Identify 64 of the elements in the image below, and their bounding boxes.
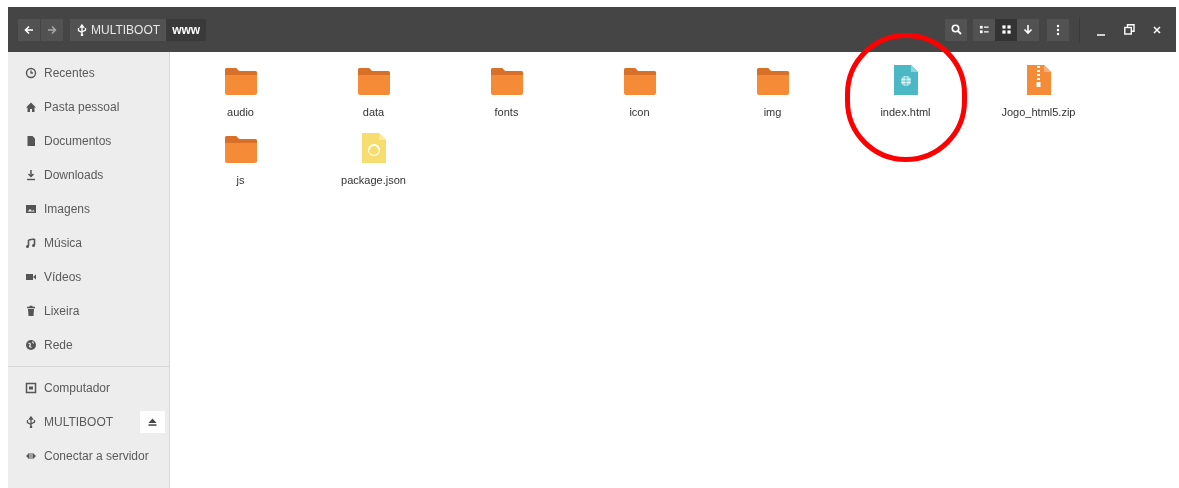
file-name[interactable]: Jogo_html5.zip bbox=[1001, 104, 1076, 121]
menu-icon bbox=[1056, 23, 1060, 36]
back-button[interactable] bbox=[18, 18, 40, 41]
path-segment[interactable]: MULTIBOOT bbox=[70, 18, 167, 41]
sort-button[interactable] bbox=[1017, 18, 1039, 41]
grid-view-button[interactable] bbox=[995, 18, 1017, 41]
forward-button[interactable] bbox=[41, 18, 63, 41]
trash-icon bbox=[25, 305, 37, 317]
back-arrow-icon bbox=[24, 24, 34, 35]
sidebar-item[interactable]: Conectar a servidor bbox=[25, 447, 149, 465]
restore-icon bbox=[1123, 24, 1135, 35]
usb-icon bbox=[76, 23, 88, 36]
sidebar-item[interactable]: Pasta pessoal bbox=[25, 98, 120, 116]
list-icon bbox=[978, 24, 990, 35]
forward-arrow-icon bbox=[47, 24, 57, 35]
code-file-icon bbox=[360, 132, 387, 164]
grid-icon bbox=[1000, 24, 1012, 35]
sidebar-item[interactable]: Computador bbox=[25, 379, 111, 397]
file-name[interactable]: icon bbox=[629, 104, 650, 121]
usb-icon bbox=[25, 416, 37, 428]
minimize-icon bbox=[1097, 33, 1105, 36]
sidebar-item[interactable]: Imagens bbox=[25, 200, 91, 218]
sidebar-item[interactable]: Documentos bbox=[25, 132, 112, 150]
folder-icon bbox=[755, 66, 790, 96]
file-name[interactable]: audio bbox=[227, 104, 254, 121]
folder-icon bbox=[356, 66, 391, 96]
close-icon bbox=[1153, 25, 1161, 34]
music-note-icon bbox=[25, 237, 37, 249]
sidebar-item[interactable]: Lixeira bbox=[25, 302, 80, 320]
file-name[interactable]: js bbox=[236, 172, 245, 189]
folder-icon bbox=[223, 134, 258, 164]
image-icon bbox=[25, 203, 37, 215]
file-name[interactable]: index.html bbox=[880, 104, 931, 121]
file-name[interactable]: data bbox=[362, 104, 385, 121]
search-icon bbox=[950, 24, 962, 35]
video-camera-icon bbox=[25, 271, 37, 283]
down-arrow-icon bbox=[1023, 24, 1033, 35]
computer-icon bbox=[25, 382, 37, 394]
globe-icon bbox=[25, 339, 37, 351]
list-view-button[interactable] bbox=[973, 18, 995, 41]
sidebar-item[interactable]: Rede bbox=[25, 336, 73, 354]
web-file-icon bbox=[892, 64, 919, 96]
folder-icon bbox=[489, 66, 524, 96]
search-button[interactable] bbox=[945, 18, 967, 41]
path-segment[interactable]: www bbox=[166, 18, 207, 41]
connect-server-icon bbox=[25, 450, 37, 462]
sidebar-item[interactable]: Downloads bbox=[25, 166, 104, 184]
sidebar-item[interactable]: Recentes bbox=[25, 64, 95, 82]
clock-icon bbox=[25, 67, 37, 79]
file-name[interactable]: img bbox=[763, 104, 782, 121]
home-icon bbox=[25, 101, 37, 113]
document-icon bbox=[25, 135, 37, 147]
file-name[interactable]: fonts bbox=[494, 104, 519, 121]
eject-button[interactable] bbox=[140, 411, 165, 433]
sidebar-item[interactable]: Música bbox=[25, 234, 82, 252]
download-icon bbox=[25, 169, 37, 181]
folder-icon bbox=[223, 66, 258, 96]
sidebar-item[interactable]: Vídeos bbox=[25, 268, 82, 286]
archive-file-icon bbox=[1025, 64, 1052, 96]
menu-button[interactable] bbox=[1047, 18, 1069, 41]
sidebar-item[interactable]: MULTIBOOT bbox=[25, 413, 114, 431]
file-name[interactable]: package.json bbox=[341, 172, 406, 189]
folder-icon bbox=[622, 66, 657, 96]
eject-icon bbox=[148, 418, 157, 426]
